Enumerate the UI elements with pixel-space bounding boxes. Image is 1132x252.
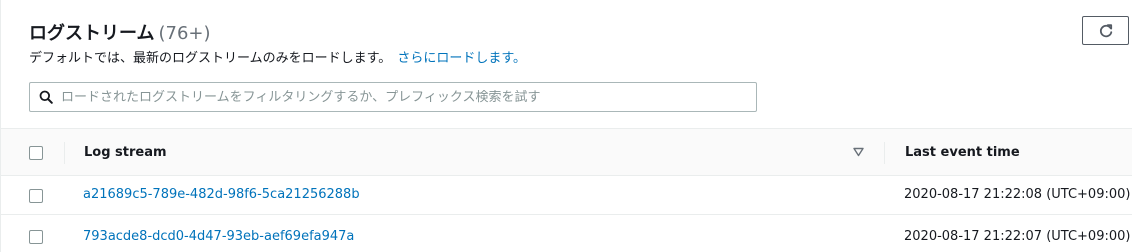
search-icon [39, 90, 53, 104]
description-text: デフォルトでは、最新のログストリームのみをロードします。 [29, 51, 392, 66]
sort-descending-icon[interactable] [853, 147, 864, 157]
search-input[interactable] [61, 89, 741, 105]
title-text: ログストリーム [29, 23, 155, 44]
row-checkbox[interactable] [29, 189, 43, 203]
last-event-time: 2020-08-17 21:22:08 (UTC+09:00) [904, 187, 1131, 202]
stream-count: (76+) [158, 23, 211, 44]
log-stream-link[interactable]: a21689c5-789e-482d-98f6-5ca21256288b [83, 187, 360, 202]
log-stream-link[interactable]: 793acde8-dcd0-4d47-93eb-aef69efa947a [83, 229, 354, 244]
last-event-time: 2020-08-17 21:22:07 (UTC+09:00) [904, 229, 1131, 244]
row-checkbox[interactable] [29, 230, 43, 244]
search-field[interactable] [29, 82, 757, 112]
log-streams-panel: ログストリーム (76+) デフォルトでは、最新のログストリームのみをロードします… [0, 0, 1132, 252]
select-all-checkbox[interactable] [29, 146, 43, 160]
table-header: Log stream Last event time [1, 128, 1132, 176]
table-row: 793acde8-dcd0-4d47-93eb-aef69efa947a 202… [1, 216, 1132, 252]
column-header-log-stream[interactable]: Log stream [84, 145, 167, 160]
load-more-link[interactable]: さらにロードします。 [397, 51, 526, 66]
refresh-button[interactable] [1082, 16, 1129, 45]
column-divider [64, 142, 65, 164]
column-divider [884, 142, 885, 164]
page-title: ログストリーム (76+) [29, 19, 211, 45]
table-row: a21689c5-789e-482d-98f6-5ca21256288b 202… [1, 176, 1132, 215]
column-header-last-event-time[interactable]: Last event time [905, 145, 1020, 160]
description: デフォルトでは、最新のログストリームのみをロードします。 さらにロードします。 [29, 47, 526, 66]
refresh-icon [1099, 23, 1112, 37]
